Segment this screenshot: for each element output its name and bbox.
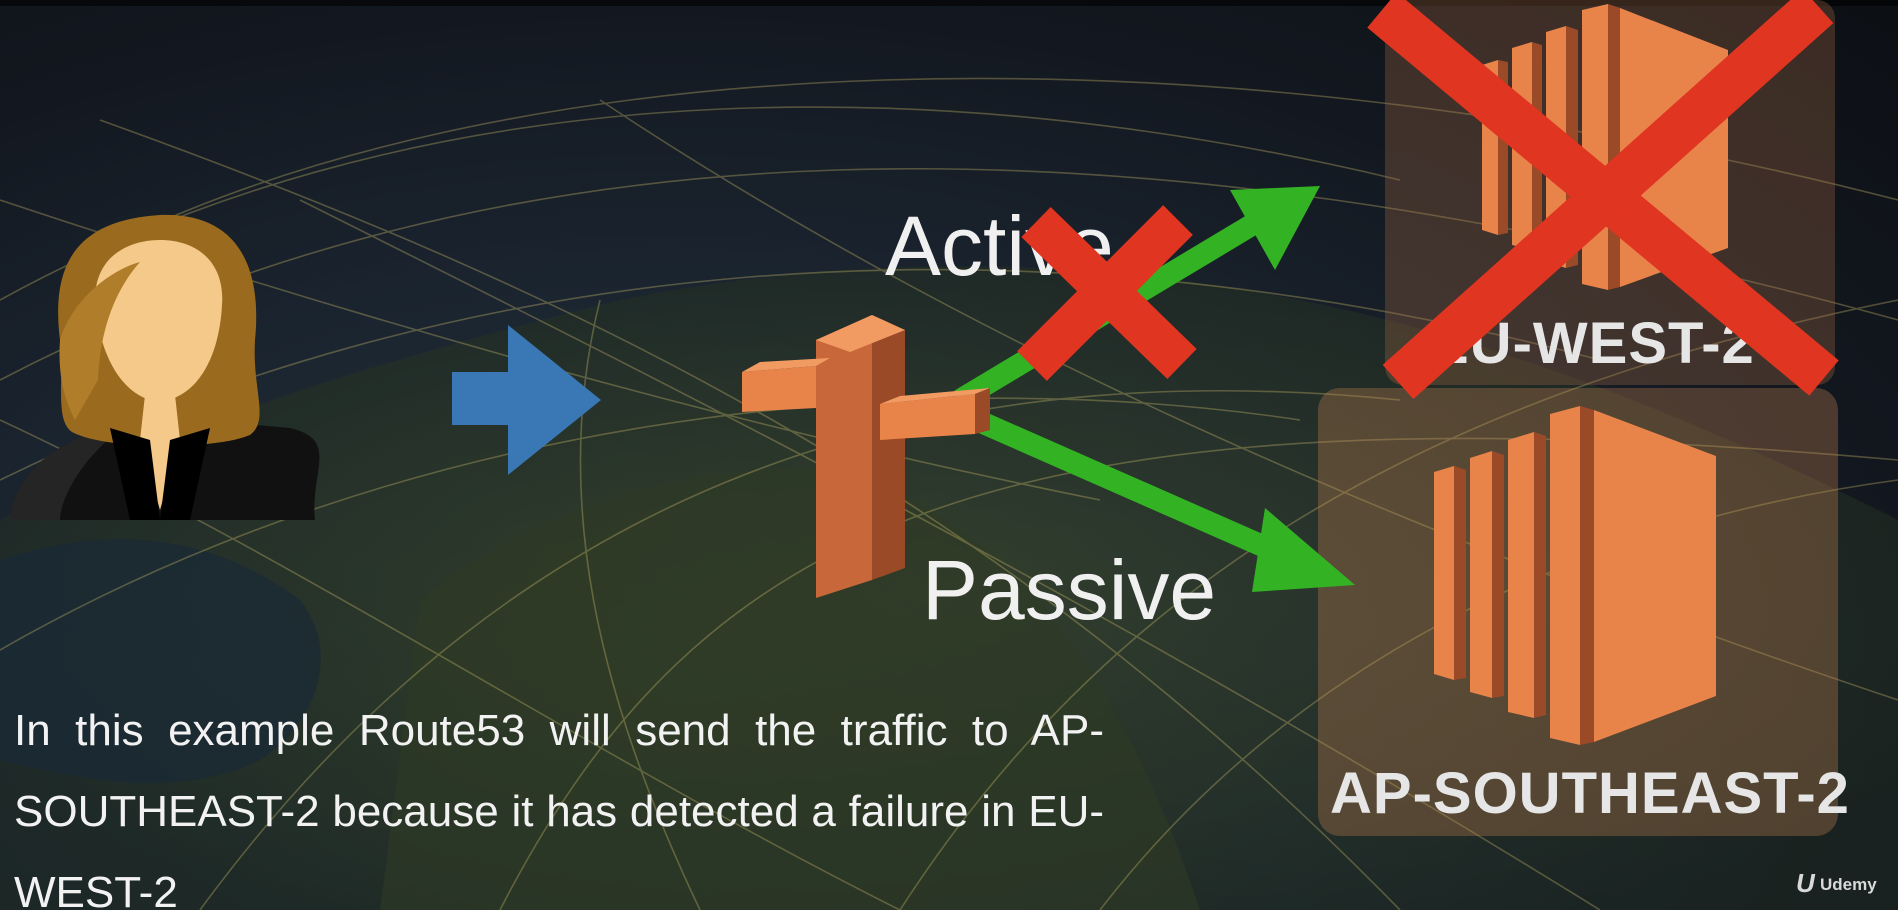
udemy-logo-icon: U [1796, 868, 1815, 898]
caption-text: In this example Route53 will send the tr… [14, 706, 1104, 910]
brand-watermark: Udemy [1820, 875, 1877, 894]
slide: Active Passive EU-WEST-2 AP-SOUTHEAST-2 … [0, 0, 1898, 910]
